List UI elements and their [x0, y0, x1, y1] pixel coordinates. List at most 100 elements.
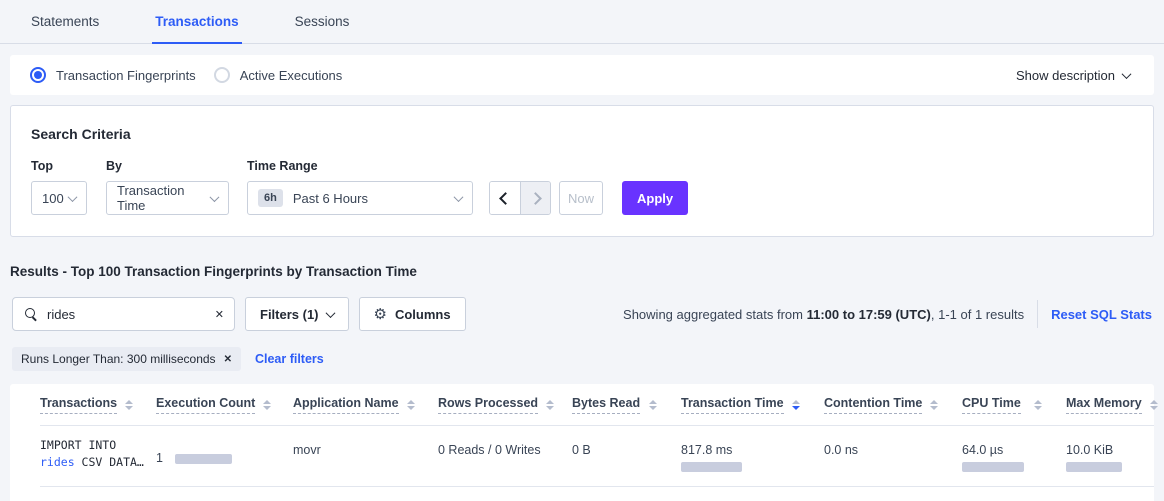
apply-button[interactable]: Apply — [622, 181, 688, 215]
sort-icon[interactable] — [1142, 400, 1158, 410]
stats-text: Showing aggregated stats from 11:00 to 1… — [623, 307, 1024, 322]
sort-icon[interactable] — [1026, 400, 1042, 410]
column-header-label[interactable]: Max Memory — [1066, 396, 1142, 414]
sort-icon[interactable] — [922, 400, 938, 410]
time-range-select[interactable]: 6h Past 6 Hours — [247, 181, 473, 215]
radio-transaction-fingerprints[interactable]: Transaction Fingerprints — [30, 67, 196, 83]
sort-icon[interactable] — [538, 400, 554, 410]
clear-filters-link[interactable]: Clear filters — [255, 352, 324, 366]
column-header-contention-time: Contention Time — [824, 396, 962, 414]
vertical-divider — [1037, 300, 1038, 328]
filters-button[interactable]: Filters (1) — [245, 297, 349, 331]
cell-transaction-fingerprint[interactable]: IMPORT INTO rides CSV DATA… — [40, 426, 156, 472]
transaction-statement-rest: CSV DATA… — [75, 455, 144, 469]
filter-chip-label: Runs Longer Than: 300 milliseconds — [21, 352, 216, 366]
results-heading: Results - Top 100 Transaction Fingerprin… — [10, 264, 1154, 279]
chip-close-icon[interactable]: ✕ — [224, 354, 232, 365]
gear-icon: ⚙ — [374, 307, 387, 322]
transaction-time-value: 817.8 ms — [681, 443, 812, 457]
filters-button-label: Filters (1) — [260, 307, 319, 322]
search-criteria-panel: Search Criteria Top 100 By Transaction T… — [10, 105, 1154, 237]
chevron-down-icon — [325, 308, 335, 318]
table-header-row: Transactions Execution Count Application… — [40, 384, 1154, 426]
results-table: Transactions Execution Count Application… — [10, 384, 1154, 501]
by-label: By — [106, 159, 229, 173]
next-time-button[interactable] — [520, 182, 550, 214]
view-toggle-bar: Transaction Fingerprints Active Executio… — [10, 55, 1154, 95]
cell-transaction-time: 817.8 ms — [681, 426, 824, 472]
clear-search-icon[interactable]: ✕ — [209, 308, 224, 321]
cell-max-memory: 10.0 KiB — [1066, 426, 1154, 472]
transaction-statement-line2: rides CSV DATA… — [40, 454, 144, 471]
column-header-label[interactable]: Execution Count — [156, 396, 255, 414]
column-header-label[interactable]: Application Name — [293, 396, 399, 414]
column-header-bytes-read: Bytes Read — [572, 396, 681, 414]
radio-active-executions[interactable]: Active Executions — [214, 67, 343, 83]
tab-transactions[interactable]: Transactions — [152, 0, 241, 44]
column-header-cpu-time: CPU Time — [962, 396, 1066, 414]
transaction-statement-line1: IMPORT INTO — [40, 437, 144, 454]
column-header-label[interactable]: CPU Time — [962, 396, 1021, 414]
sort-icon-active-desc[interactable] — [784, 400, 800, 410]
reset-sql-stats-link[interactable]: Reset SQL Stats — [1051, 307, 1152, 322]
chevron-down-icon — [454, 192, 464, 202]
column-header-label[interactable]: Bytes Read — [572, 396, 640, 414]
sort-icon[interactable] — [399, 400, 415, 410]
column-header-application-name: Application Name — [293, 396, 438, 414]
stats-prefix: Showing aggregated stats from — [623, 307, 807, 322]
cell-rows-processed: 0 Reads / 0 Writes — [438, 426, 572, 472]
column-header-rows-processed: Rows Processed — [438, 396, 572, 414]
transaction-table-link[interactable]: rides — [40, 455, 75, 469]
page-tabs: Statements Transactions Sessions — [0, 0, 1164, 44]
show-description-toggle[interactable]: Show description — [1016, 68, 1130, 83]
by-select-value: Transaction Time — [117, 183, 211, 213]
time-range-label: Time Range — [247, 159, 473, 173]
top-select-value: 100 — [42, 191, 64, 206]
filter-chip-row: Runs Longer Than: 300 milliseconds ✕ Cle… — [12, 347, 1152, 371]
column-header-label[interactable]: Contention Time — [824, 396, 922, 414]
column-header-label[interactable]: Transaction Time — [681, 396, 784, 414]
show-description-label: Show description — [1016, 68, 1115, 83]
sort-icon[interactable] — [117, 400, 133, 410]
by-select[interactable]: Transaction Time — [106, 181, 229, 215]
radio-transaction-fingerprints-label: Transaction Fingerprints — [56, 68, 196, 83]
filter-chip: Runs Longer Than: 300 milliseconds ✕ — [12, 347, 241, 371]
cell-execution-count: 1 — [156, 426, 293, 472]
execution-count-bar — [175, 454, 232, 464]
execution-count-value: 1 — [156, 451, 163, 465]
time-step-buttons — [489, 181, 551, 215]
radio-active-executions-label: Active Executions — [240, 68, 343, 83]
top-group: Top 100 — [31, 159, 87, 215]
search-box: ✕ — [12, 297, 235, 331]
cpu-time-value: 64.0 µs — [962, 443, 1054, 457]
search-criteria-controls: Top 100 By Transaction Time Time Range 6… — [31, 159, 1133, 215]
top-label: Top — [31, 159, 87, 173]
prev-time-button[interactable] — [490, 182, 520, 214]
chevron-down-icon — [1122, 69, 1132, 79]
chevron-right-icon — [529, 192, 542, 205]
top-select[interactable]: 100 — [31, 181, 87, 215]
time-range-group: Time Range 6h Past 6 Hours — [247, 159, 473, 215]
radio-selected-icon — [30, 67, 46, 83]
results-controls: ✕ Filters (1) ⚙ Columns Showing aggregat… — [12, 297, 1152, 331]
transaction-time-bar — [681, 462, 742, 472]
sort-icon[interactable] — [255, 400, 271, 410]
tab-statements[interactable]: Statements — [28, 0, 102, 44]
max-memory-bar — [1066, 462, 1122, 472]
tab-sessions[interactable]: Sessions — [292, 0, 353, 44]
stats-time-range: 11:00 to 17:59 (UTC) — [807, 307, 931, 322]
column-header-label[interactable]: Transactions — [40, 396, 117, 414]
stats-suffix: , 1-1 of 1 results — [931, 307, 1024, 322]
columns-button[interactable]: ⚙ Columns — [359, 297, 466, 331]
now-button[interactable]: Now — [559, 181, 603, 215]
column-header-transaction-time: Transaction Time — [681, 396, 824, 414]
search-criteria-title: Search Criteria — [31, 126, 1133, 142]
column-header-label[interactable]: Rows Processed — [438, 396, 538, 414]
columns-button-label: Columns — [395, 307, 451, 322]
column-header-max-memory: Max Memory — [1066, 396, 1164, 414]
search-input[interactable] — [47, 307, 209, 322]
chevron-left-icon — [499, 192, 512, 205]
cell-bytes-read: 0 B — [572, 426, 681, 472]
sort-icon[interactable] — [641, 400, 657, 410]
column-header-execution-count: Execution Count — [156, 396, 293, 414]
